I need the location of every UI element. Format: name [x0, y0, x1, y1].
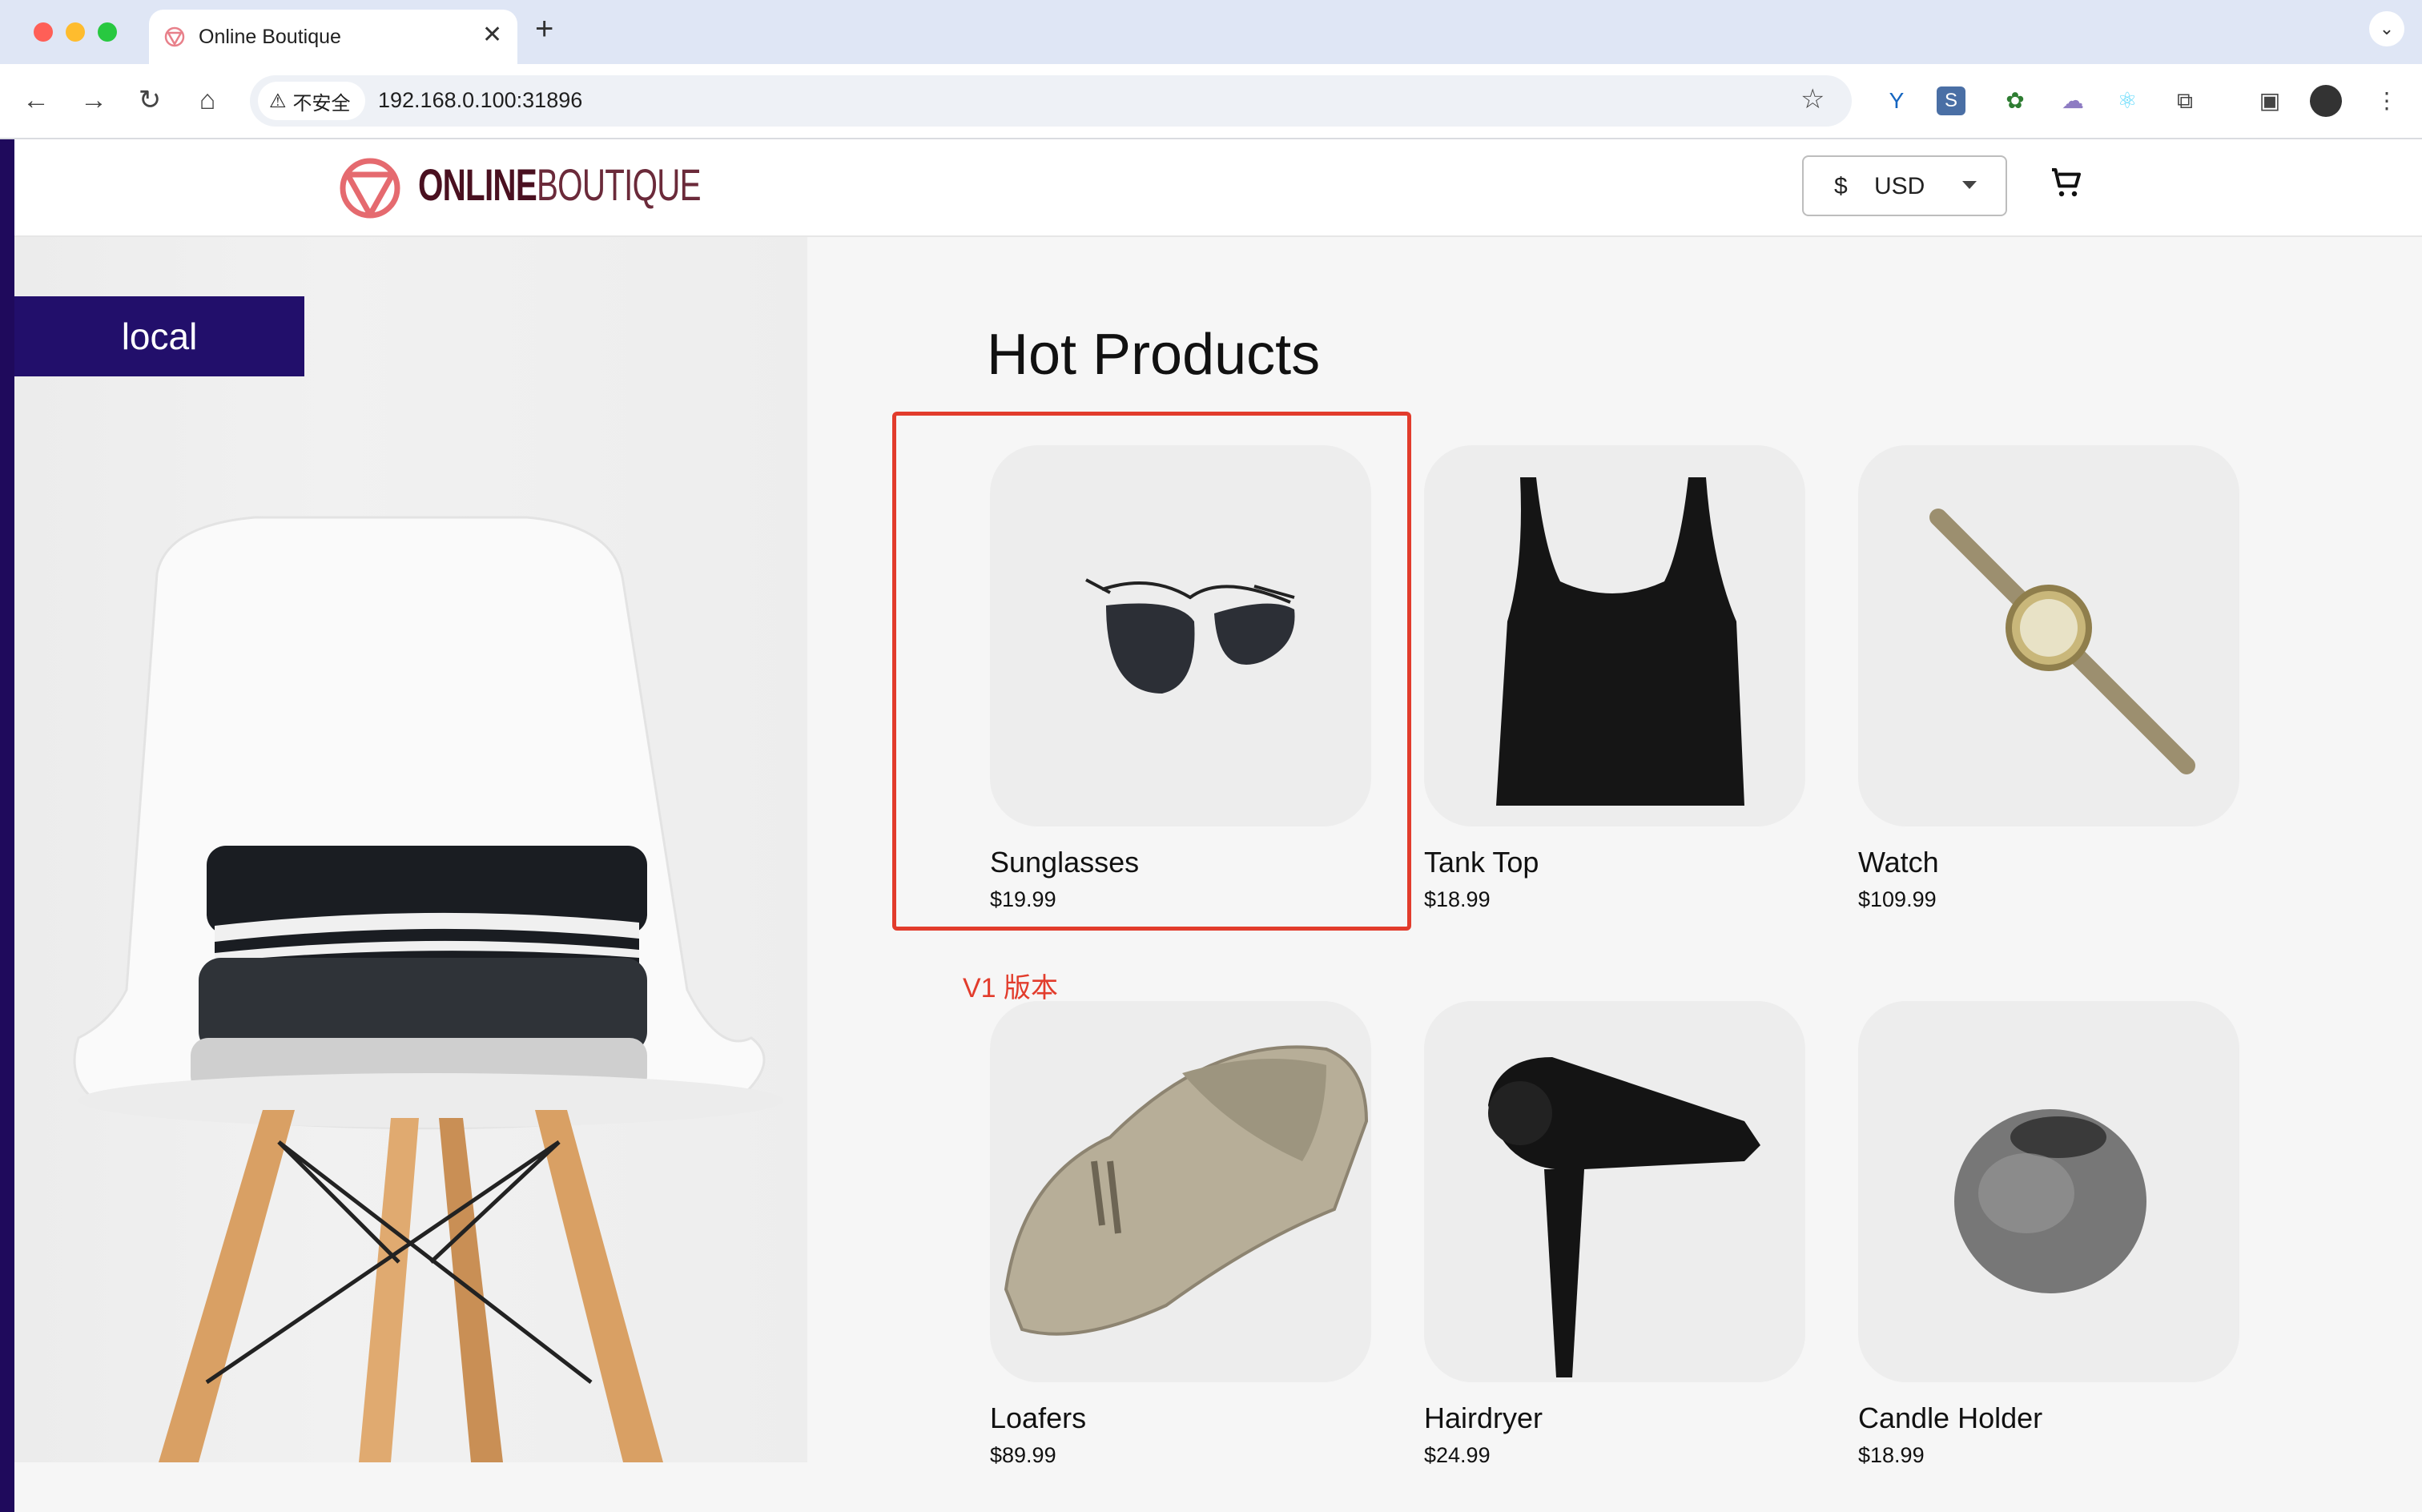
react-devtools-icon[interactable]: ⚛: [2110, 83, 2145, 119]
chair-with-clothes-illustration: [73, 516, 783, 1462]
profile-avatar[interactable]: [2310, 85, 2342, 117]
product-name[interactable]: Loafers: [990, 1401, 1086, 1435]
back-arrow-icon[interactable]: ←: [16, 80, 56, 120]
side-panel-icon[interactable]: ▣: [2252, 83, 2287, 119]
site-logo-text[interactable]: ONLINEBOUTIQUE: [418, 159, 702, 211]
product-price: $18.99: [1424, 887, 1491, 911]
watch-image[interactable]: [1858, 445, 2239, 826]
product-card[interactable]: Loafers $89.99: [990, 1001, 1371, 1467]
extension-s-icon[interactable]: S: [1937, 86, 1965, 115]
extension-puzzle-color-icon[interactable]: ✿: [1998, 83, 2033, 119]
product-name[interactable]: Watch: [1858, 846, 1939, 879]
product-name[interactable]: Tank Top: [1424, 846, 1539, 879]
maximize-window-button[interactable]: [98, 22, 117, 42]
hero-image: [14, 237, 807, 1462]
warning-triangle-icon: ⚠: [269, 90, 287, 112]
extension-v-icon[interactable]: Y: [1879, 83, 1914, 119]
product-price: $89.99: [990, 1443, 1056, 1467]
loafers-image[interactable]: [990, 1001, 1371, 1382]
hairdryer-image[interactable]: [1424, 1001, 1805, 1382]
product-name[interactable]: Hairdryer: [1424, 1401, 1543, 1435]
product-price: $18.99: [1858, 1443, 1925, 1467]
browser-tab-strip: Online Boutique ✕ + ⌄: [0, 0, 2422, 64]
environment-badge: local: [14, 296, 304, 376]
url-text[interactable]: 192.168.0.100:31896: [378, 88, 582, 113]
boutique-favicon-icon: [164, 26, 185, 47]
tab-search-chevron-icon[interactable]: ⌄: [2369, 11, 2404, 46]
product-card[interactable]: Hairdryer $24.99: [1424, 1001, 1805, 1467]
minimize-window-button[interactable]: [66, 22, 85, 42]
tank-top-image[interactable]: [1424, 445, 1805, 826]
candle-holder-image[interactable]: [1858, 1001, 2239, 1382]
home-icon[interactable]: ⌂: [187, 80, 227, 120]
annotation-label: V1 版本: [963, 973, 1059, 1003]
tab-title: Online Boutique: [199, 26, 341, 48]
security-indicator[interactable]: ⚠ 不安全: [258, 82, 365, 120]
product-price: $24.99: [1424, 1443, 1491, 1467]
reload-icon[interactable]: ↻: [130, 80, 170, 120]
product-card[interactable]: Tank Top $18.99: [1424, 445, 1805, 911]
annotation-highlight-box: [892, 412, 1411, 931]
close-window-button[interactable]: [34, 22, 53, 42]
tab-close-icon[interactable]: ✕: [482, 21, 502, 49]
forward-arrow-icon[interactable]: →: [74, 80, 114, 120]
currency-symbol: $: [1834, 173, 1848, 199]
bookmark-star-icon[interactable]: ☆: [1800, 83, 1825, 115]
address-bar[interactable]: ⚠ 不安全 192.168.0.100:31896 ☆: [250, 75, 1852, 127]
product-name[interactable]: Candle Holder: [1858, 1401, 2042, 1435]
left-accent-strip: [0, 139, 14, 1512]
product-card[interactable]: Watch $109.99: [1858, 445, 2239, 911]
extension-cloud-icon[interactable]: ☁: [2055, 83, 2090, 119]
browser-tab[interactable]: Online Boutique ✕: [149, 10, 517, 64]
dropdown-caret-icon: [1962, 181, 1977, 189]
browser-menu-icon[interactable]: ⋮: [2369, 83, 2404, 119]
section-title: Hot Products: [987, 323, 1321, 387]
currency-value: USD: [1874, 173, 1925, 199]
product-card[interactable]: Candle Holder $18.99: [1858, 1001, 2239, 1467]
new-tab-button[interactable]: +: [535, 11, 553, 47]
boutique-logo-icon[interactable]: [338, 154, 402, 223]
product-price: $109.99: [1858, 887, 1937, 911]
currency-select[interactable]: $ USD: [1802, 155, 2007, 216]
extensions-puzzle-icon[interactable]: ⧉: [2167, 83, 2203, 119]
browser-toolbar: ← → ↻ ⌂ ⚠ 不安全 192.168.0.100:31896 ☆ Y S …: [0, 64, 2422, 139]
shopping-cart-icon[interactable]: [2047, 163, 2086, 202]
security-label: 不安全: [292, 92, 351, 115]
